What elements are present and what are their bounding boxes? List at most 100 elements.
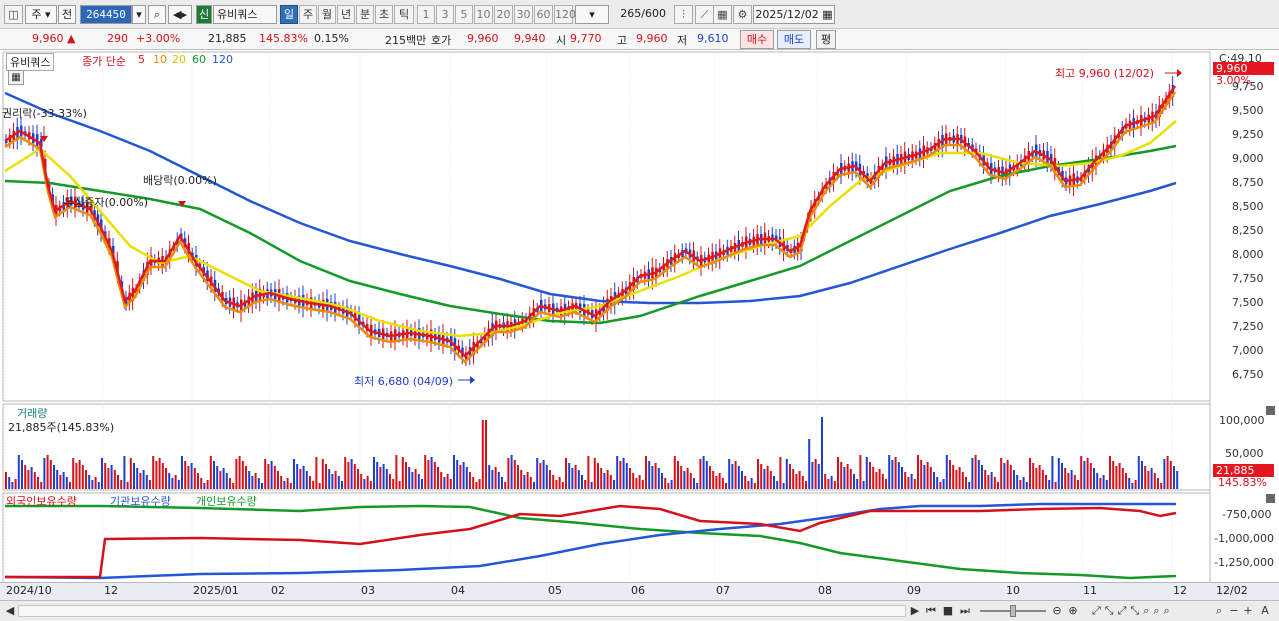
volume-bar [299, 469, 302, 489]
volume-bar [520, 470, 523, 489]
volume-bar [379, 467, 382, 489]
buy-button[interactable]: 매수 [740, 30, 774, 49]
price-change-pct: +3.00% [136, 32, 181, 45]
volume-bar [1041, 470, 1044, 489]
interval-5[interactable]: 5 [455, 5, 473, 24]
volume-bar [801, 476, 804, 489]
sell-button[interactable]: 매도 [777, 30, 811, 49]
volume-bar [667, 483, 670, 489]
volume-bar [149, 480, 151, 489]
volume-bar [590, 482, 593, 489]
volume-bar [760, 464, 763, 489]
volume-bar [209, 456, 212, 489]
volume-bar [705, 461, 708, 489]
search-icon[interactable]: ⌕ [1212, 603, 1226, 619]
tab-week[interactable]: 주 [299, 5, 317, 24]
legend-foreign[interactable]: 외국인보유수량 [6, 493, 77, 509]
volume-bar [494, 467, 497, 489]
search-icon[interactable]: ⌕ [148, 5, 166, 24]
draw-line-icon[interactable]: ⟋ [695, 5, 714, 24]
legend-ma120[interactable]: 120 [212, 53, 233, 66]
legend-ma-label[interactable]: 종가 단순 [82, 53, 126, 69]
volume-bar [565, 458, 567, 489]
volume-bar [408, 467, 411, 489]
volume-bar [1121, 468, 1124, 489]
interval-20[interactable]: 20 [494, 5, 513, 24]
volume-bar [680, 466, 683, 489]
volume-bar [1067, 473, 1070, 489]
legend-institution[interactable]: 기관보유수량 [110, 493, 171, 509]
rewind-icon[interactable]: ⏮ [924, 603, 938, 619]
volume-bar [853, 474, 855, 489]
interval-select[interactable]: ▾ [575, 5, 609, 24]
scrollbar-track[interactable] [18, 605, 906, 617]
volume-bar [901, 467, 903, 489]
interval-1[interactable]: 1 [417, 5, 435, 24]
legend-ma5[interactable]: 5 [138, 53, 145, 66]
eval-button[interactable]: 평 [816, 30, 836, 49]
text-tool-icon[interactable]: A [1256, 603, 1274, 619]
zoom-in-small-icon[interactable]: ⊕ [1066, 603, 1080, 619]
interval-120[interactable]: 120 [554, 5, 576, 24]
legend-ma10[interactable]: 10 [153, 53, 167, 66]
date-value: 2025/12/02 [755, 8, 819, 21]
bid-price: 9,940 [514, 32, 546, 45]
prev-button[interactable]: 전 [58, 5, 76, 24]
stock-code-input[interactable]: 264450 [80, 5, 132, 24]
volume-bar [545, 465, 548, 489]
sound-icon[interactable]: ◀▸ [168, 5, 192, 24]
stop-icon[interactable]: ■ [941, 603, 955, 619]
zoom-slider-handle[interactable] [1010, 605, 1016, 617]
volume-panel-frame [2, 403, 1211, 491]
interval-30[interactable]: 30 [514, 5, 533, 24]
volume-bar [750, 478, 753, 489]
window-menu-icon[interactable]: ◫ [4, 5, 23, 24]
tab-month[interactable]: 월 [318, 5, 336, 24]
volume-bar [629, 468, 631, 489]
interval-10[interactable]: 10 [474, 5, 493, 24]
scroll-right-icon[interactable]: ▶ [909, 603, 921, 619]
volume-tick-100000: 100,000 [1219, 414, 1265, 427]
legend-individual[interactable]: 개인보유수량 [196, 493, 257, 509]
volume-bar [718, 473, 721, 489]
tab-second[interactable]: 초 [375, 5, 393, 24]
date-input[interactable]: 2025/12/02 ▦ [753, 5, 835, 24]
scroll-left-icon[interactable]: ◀ [4, 603, 16, 619]
zoom-out-small-icon[interactable]: ⊖ [1050, 603, 1064, 619]
holding-panel-close-icon[interactable] [1266, 494, 1275, 503]
zoom-in-icon[interactable]: + [1242, 603, 1254, 619]
zoom-out-icon[interactable]: − [1228, 603, 1240, 619]
volume-bar [225, 473, 228, 489]
volume-bar [1176, 471, 1179, 489]
forward-icon[interactable]: ⏭ [958, 603, 972, 619]
volume-bar [193, 468, 196, 489]
legend-stock-name[interactable]: 유비쿼스 [6, 53, 55, 71]
candle-type-icon[interactable]: ⫶ [674, 5, 693, 24]
grid-icon[interactable]: ▦ [713, 5, 732, 24]
volume-bar [334, 471, 337, 489]
tab-year[interactable]: 년 [337, 5, 355, 24]
tab-tick[interactable]: 틱 [394, 5, 414, 24]
volume-panel-close-icon[interactable] [1266, 406, 1275, 415]
volume-bar [1147, 471, 1150, 489]
legend-ma60[interactable]: 60 [192, 53, 206, 66]
volume-bar [561, 482, 564, 489]
volume-bar [808, 439, 811, 489]
code-dropdown-icon[interactable]: ▾ [132, 5, 146, 24]
volume-bar [241, 461, 244, 489]
calculator-icon[interactable]: ▦ [8, 70, 24, 85]
tab-minute[interactable]: 분 [356, 5, 374, 24]
legend-ma20[interactable]: 20 [172, 53, 186, 66]
period-select[interactable]: 주 ▾ [25, 5, 57, 24]
interval-60[interactable]: 60 [534, 5, 553, 24]
tab-day[interactable]: 일 [280, 5, 298, 24]
volume-bar [440, 472, 443, 489]
volume-bar [1105, 480, 1108, 489]
volume-bar [616, 456, 619, 489]
volume-bar [1153, 473, 1156, 489]
stock-chart[interactable] [0, 51, 1279, 600]
settings-icon[interactable]: ⚙ [733, 5, 752, 24]
interval-3[interactable]: 3 [436, 5, 454, 24]
volume-bar [373, 457, 375, 489]
volume-bar [430, 457, 433, 489]
